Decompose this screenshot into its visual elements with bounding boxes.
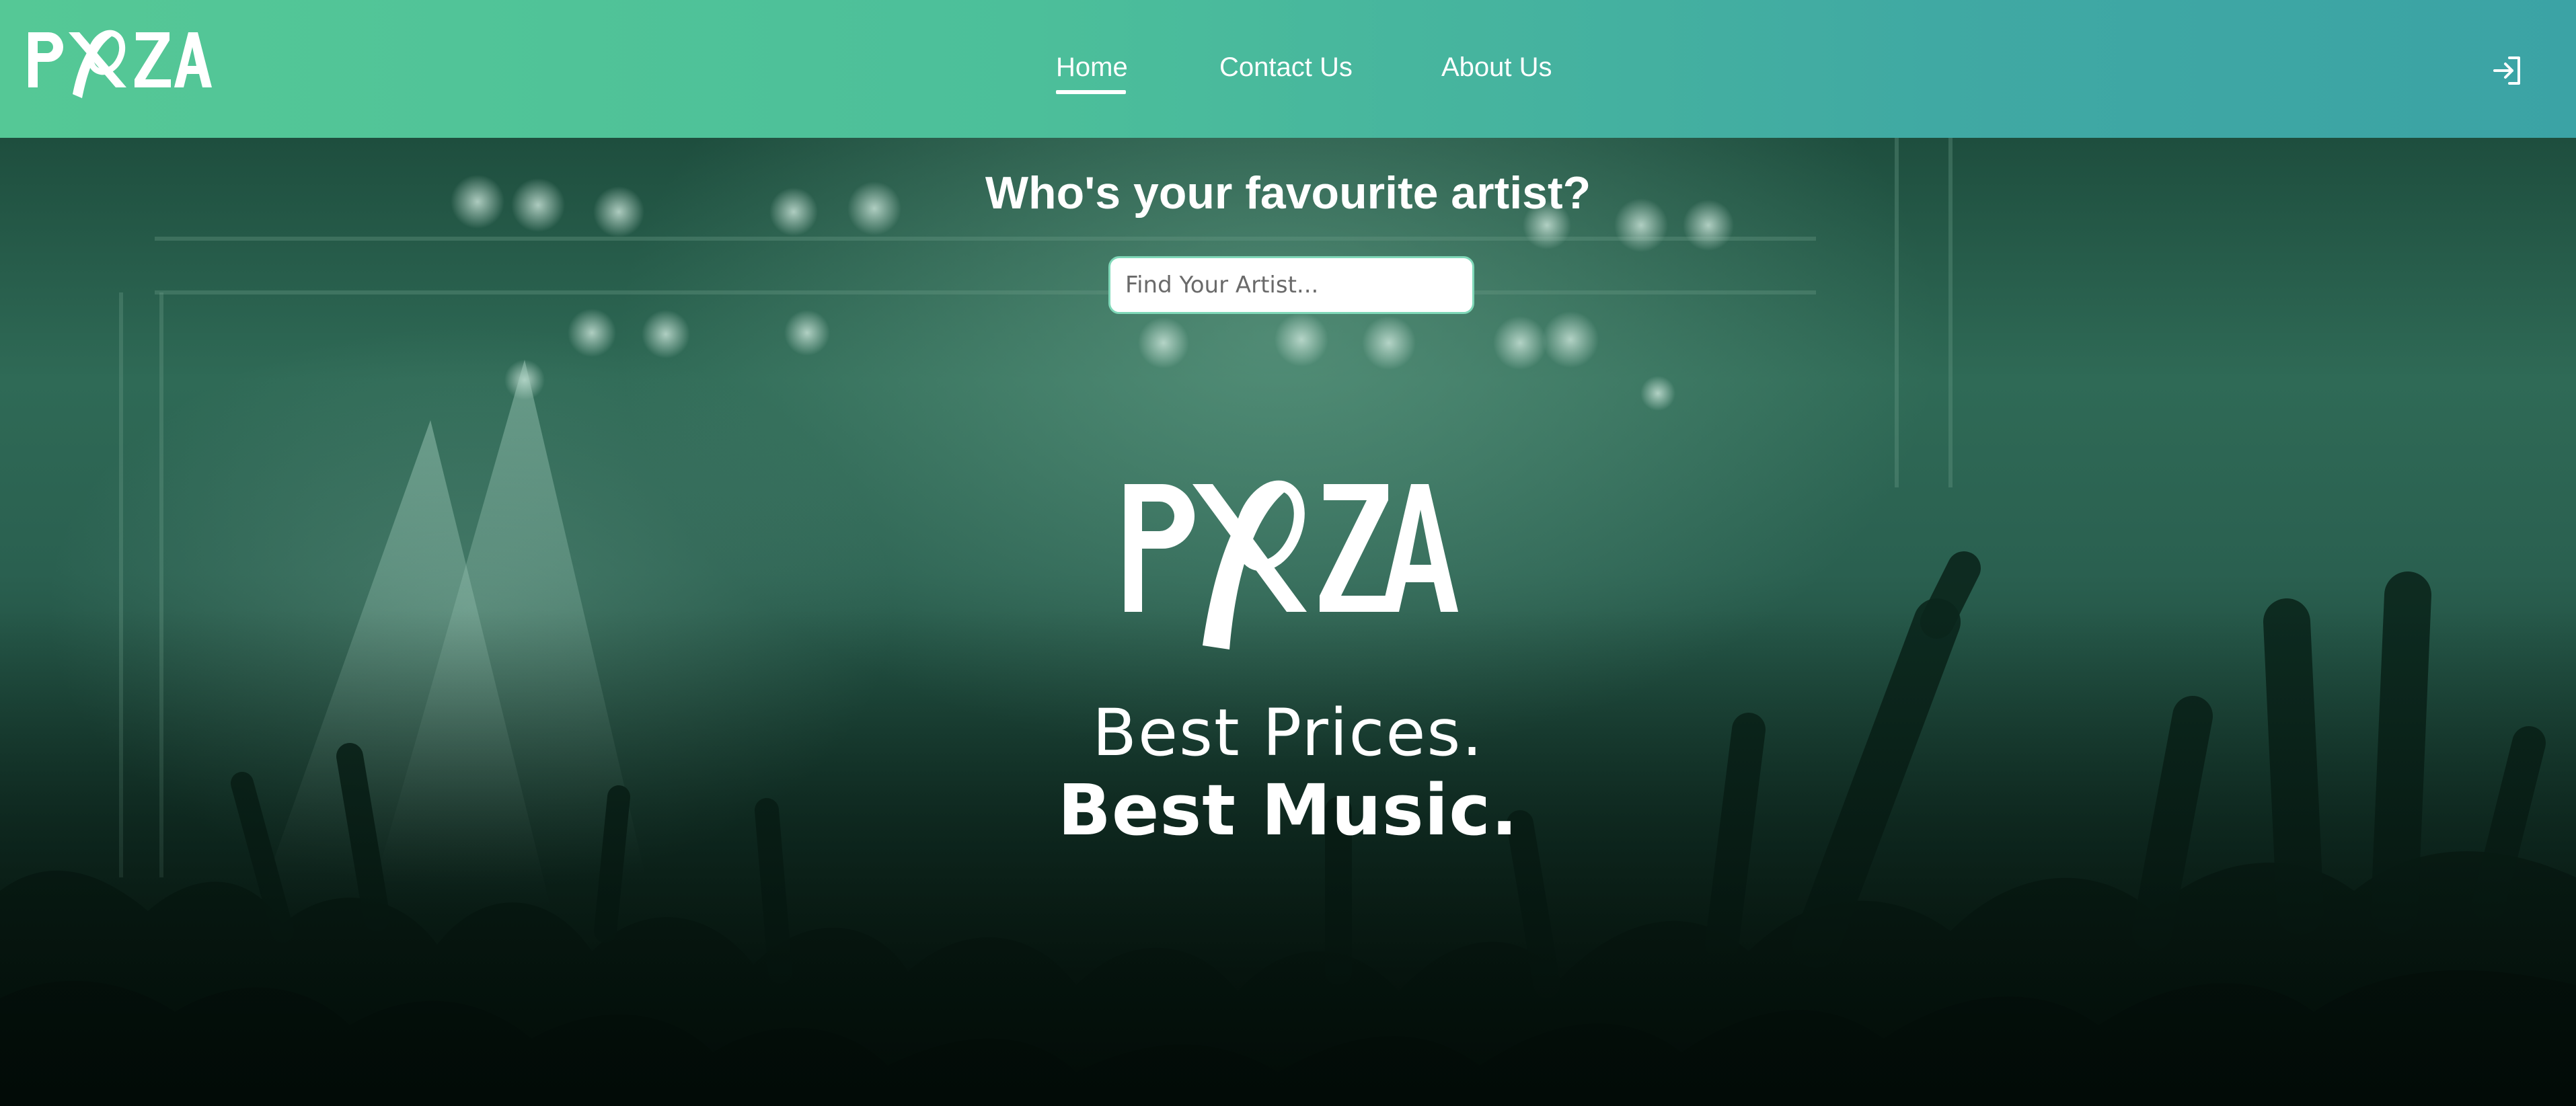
top-navbar: Home Contact Us About Us	[0, 0, 2576, 138]
brand-logo-large	[1125, 480, 1458, 649]
hero-title: Who's your favourite artist?	[985, 167, 1591, 219]
nav-link-home[interactable]: Home	[1056, 48, 1128, 86]
hero-section: Who's your favourite artist? Best Prices…	[0, 138, 2576, 1106]
sign-in-icon[interactable]	[2491, 54, 2524, 87]
artist-search-input[interactable]	[1108, 256, 1474, 314]
main-nav: Home Contact Us About Us	[0, 48, 2576, 95]
tagline-best-music: Best Music.	[1057, 769, 1519, 851]
tagline-best-prices: Best Prices.	[1092, 695, 1484, 771]
nav-link-about-us[interactable]: About Us	[1441, 48, 1552, 86]
active-tab-underline	[1056, 90, 1126, 94]
nav-link-contact-us[interactable]: Contact Us	[1219, 48, 1353, 86]
